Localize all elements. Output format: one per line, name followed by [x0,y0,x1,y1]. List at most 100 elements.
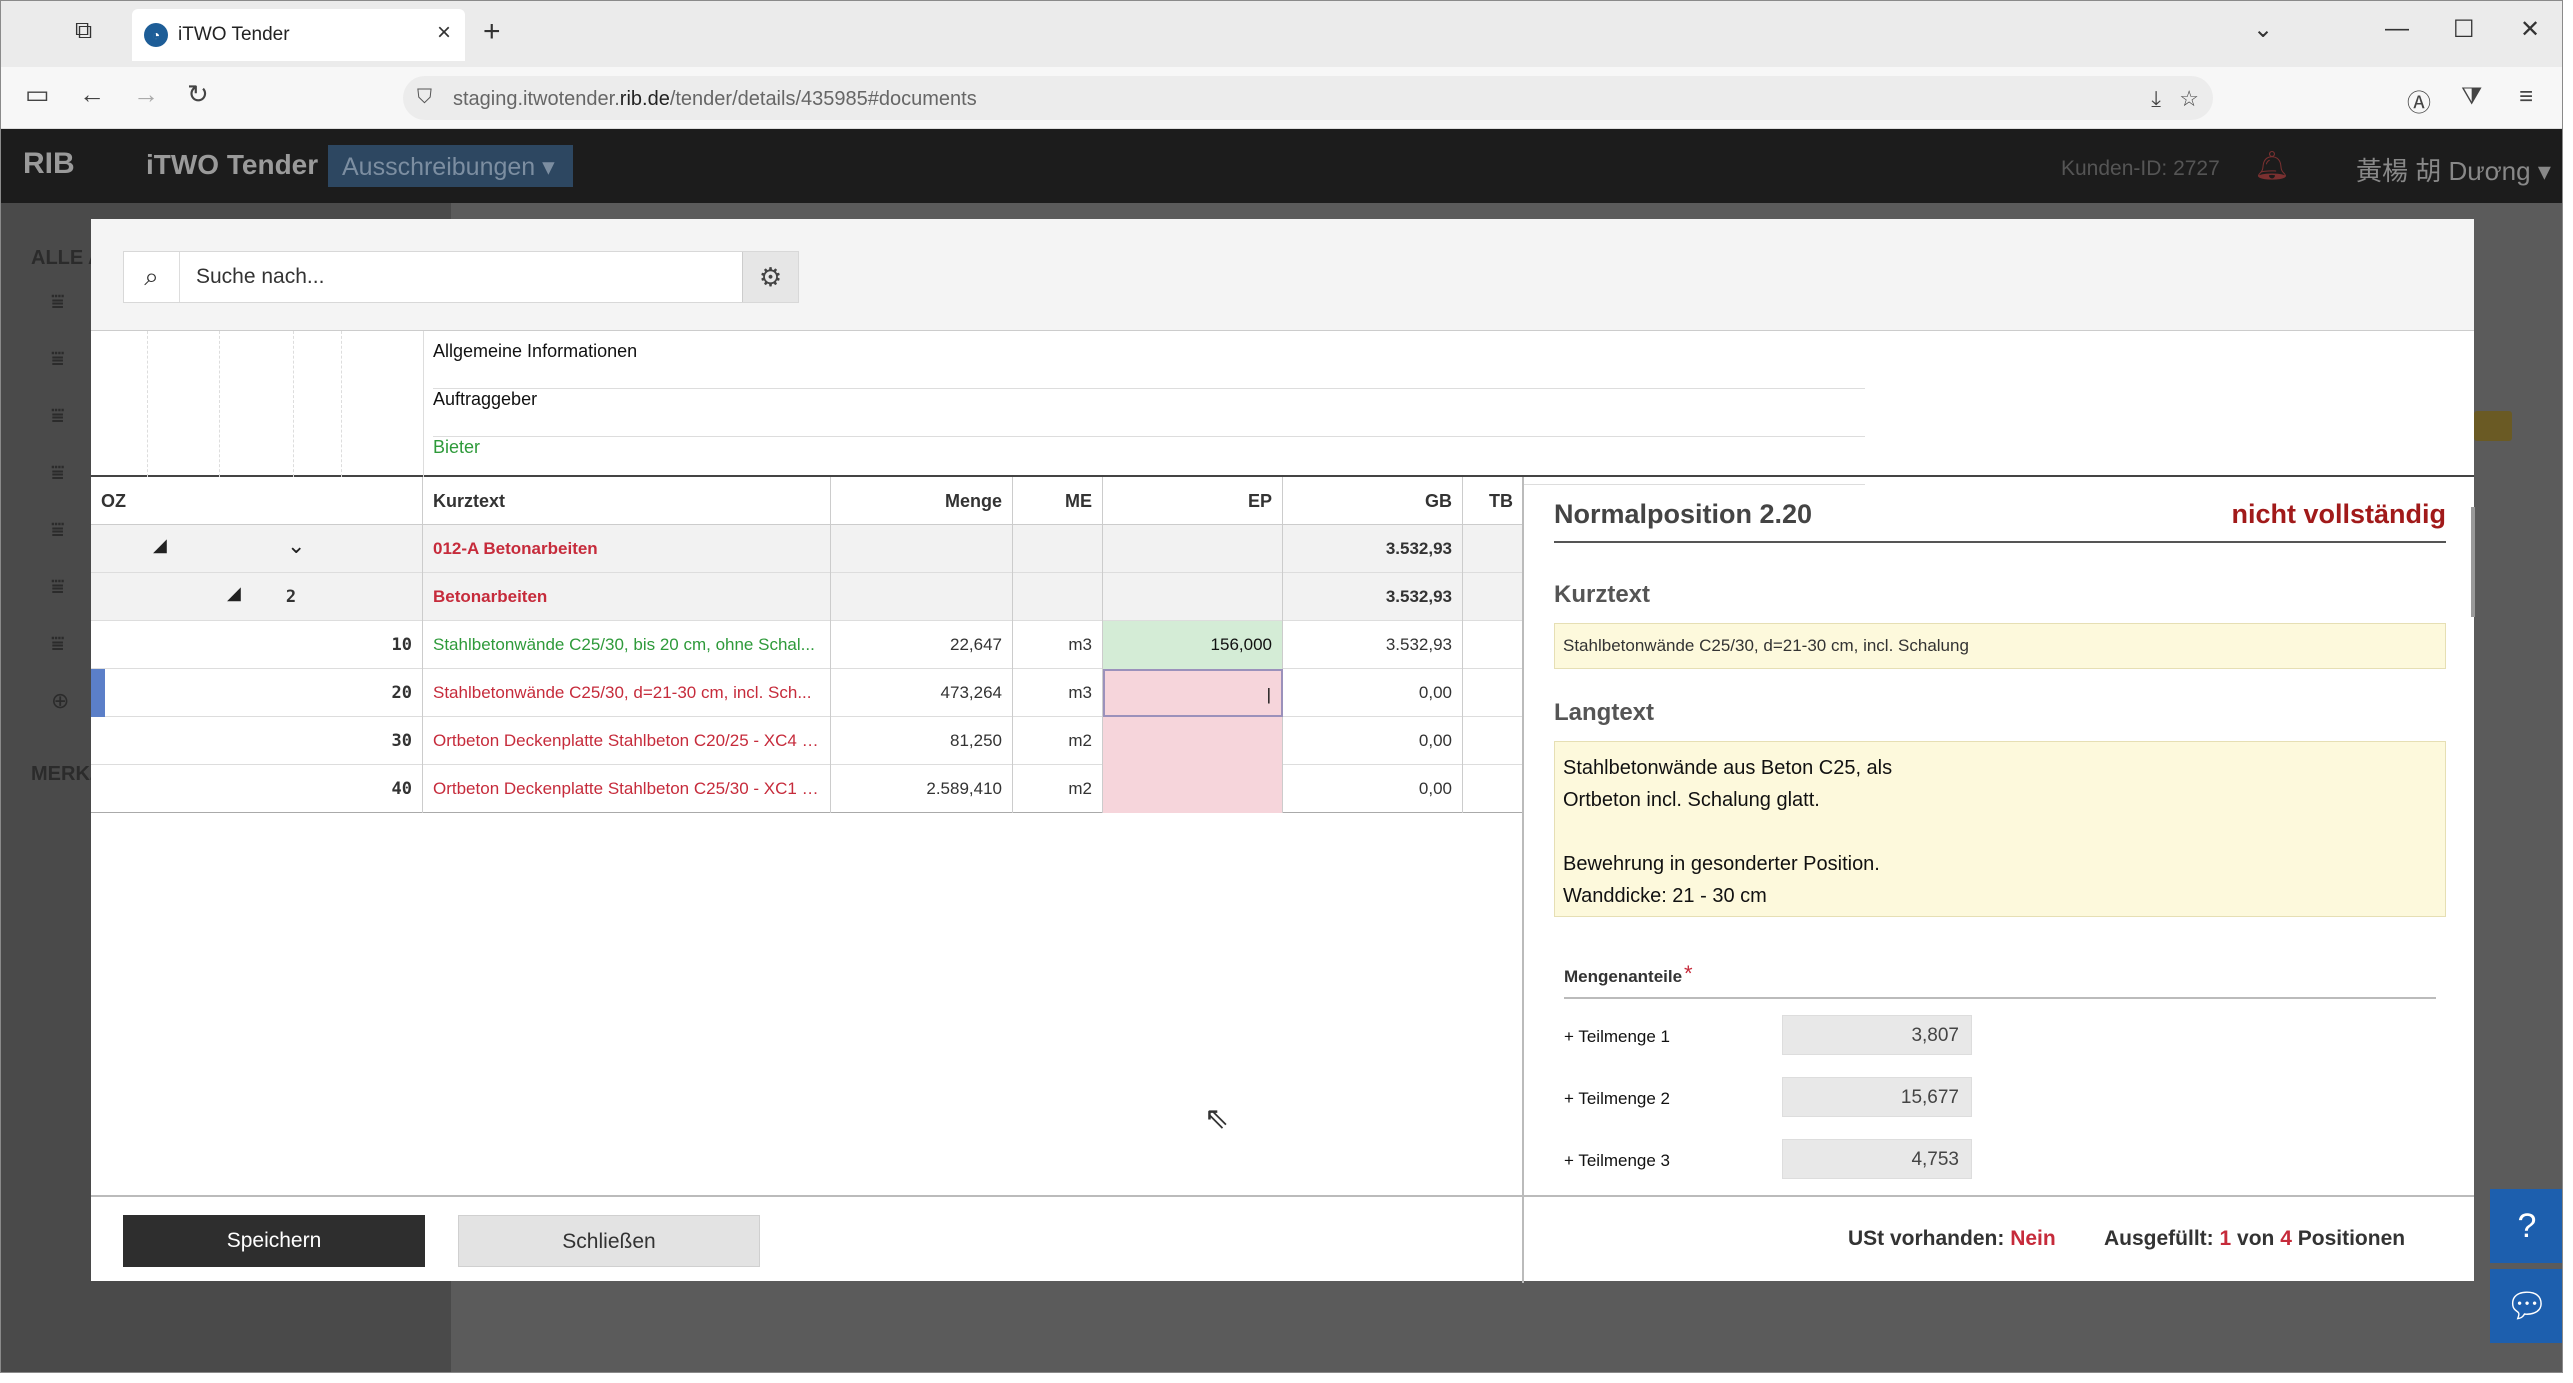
ep-input[interactable] [1103,717,1283,765]
table-row[interactable]: 10 Stahlbetonwände C25/30, bis 20 cm, oh… [91,621,1523,669]
col-kurztext[interactable]: Kurztext [423,477,831,525]
extensions-icon[interactable]: ⧩ [2461,83,2482,111]
profile-icon[interactable]: Ⓐ [2407,83,2431,118]
cell-kurztext: 012-A Betonarbeiten [423,525,831,573]
langtext-line: Stahlbetonwände aus Beton C25, als [1563,757,1893,779]
help-icon[interactable]: ? [2490,1189,2562,1263]
col-oz[interactable]: OZ [91,477,423,525]
kunden-id: Kunden-ID: 2727 [2061,157,2220,180]
browser-window: ⧉ ◔ iTWO Tender × + ⌄ — ☐ ✕ ▭ ← → ↻ ⛉ st… [0,0,2563,1373]
tab-overview-icon[interactable]: ⧉ [75,17,92,45]
detail-scrollbar[interactable] [2471,507,2475,617]
close-tab-icon[interactable]: × [437,19,451,47]
app-header: RIB iTWO Tender Ausschreibungen ▾ Kunden… [1,129,2562,203]
cell-menge: 473,264 [831,669,1013,717]
langtext-label: Langtext [1554,699,1655,726]
teilmenge-value[interactable]: 3,807 [1782,1015,1972,1055]
url-field[interactable]: ⛉ staging.itwotender.rib.de/tender/detai… [403,76,2213,120]
status-badge: nicht vollständig [2231,499,2446,529]
download-page-icon[interactable]: ⤓ [2151,86,2161,112]
minimize-icon[interactable]: — [2385,15,2409,43]
langtext-field[interactable]: Stahlbetonwände aus Beton C25, als Ortbe… [1554,741,2446,917]
forward-icon[interactable]: → [133,79,159,110]
teilmenge-value[interactable]: 4,753 [1782,1139,1972,1179]
table-header: OZ Kurztext Menge ME EP GB TB [91,477,1523,525]
background-badge [2474,411,2512,441]
cell-oz: 40 [91,765,423,813]
info-section: Allgemeine Informationen Auftraggeber Bi… [91,331,2474,485]
teilmenge-label[interactable]: + Teilmenge 2 [1564,1089,1670,1109]
cell-me [1013,573,1103,621]
cell-oz: 2 [285,587,297,607]
cell-oz: 20 [91,669,423,717]
info-auftraggeber[interactable]: Auftraggeber [433,389,1865,437]
col-ep[interactable]: EP [1103,477,1283,525]
user-menu[interactable]: 黃楊 胡 Dương ▾ [2356,151,2551,188]
ep-input-active[interactable]: | [1103,669,1283,717]
cell-menge: 81,250 [831,717,1013,765]
new-tab-icon[interactable]: + [483,15,501,49]
langtext-line: Bewehrung in gesonderter Position. [1563,853,1880,875]
cell-gb: 3.532,93 [1283,621,1463,669]
required-marker: * [1684,961,1693,986]
info-allgemeine[interactable]: Allgemeine Informationen [433,341,1865,389]
col-me[interactable]: ME [1013,477,1103,525]
langtext-line: Ortbeton incl. Schalung glatt. [1563,789,1820,811]
sidebar-toggle-icon[interactable]: ▭ [25,79,50,110]
cell-menge: 2.589,410 [831,765,1013,813]
cell-me: m2 [1013,765,1103,813]
close-window-icon[interactable]: ✕ [2520,15,2540,44]
ep-input[interactable]: 156,000 [1103,621,1283,669]
cell-gb: 0,00 [1283,717,1463,765]
filled-status: Ausgefüllt: 1 von 4 Positionen [2104,1227,2406,1250]
table-row[interactable]: ◢ ⌄ 012-A Betonarbeiten 3.532,93 [91,525,1523,573]
gear-icon[interactable]: ⚙ [742,252,798,302]
cell-oz [91,525,423,573]
browser-tab[interactable]: ◔ iTWO Tender × [132,9,465,61]
reload-icon[interactable]: ↻ [187,79,209,110]
teilmenge-value[interactable]: 15,677 [1782,1077,1972,1117]
collapse-triangle-icon[interactable]: ◢ [227,583,241,604]
cell-menge [831,573,1013,621]
search-icon: ⌕ [124,252,180,302]
ep-input[interactable] [1103,765,1283,813]
back-icon[interactable]: ← [79,79,105,110]
cell-kurztext: Stahlbetonwände C25/30, bis 20 cm, ohne … [423,621,831,669]
bell-icon[interactable]: 🔔︎ [2254,149,2290,182]
tab-title: iTWO Tender [178,24,290,45]
table-row[interactable]: 40 Ortbeton Deckenplatte Stahlbeton C25/… [91,765,1523,813]
cell-kurztext: Ortbeton Deckenplatte Stahlbeton C20/25 … [423,717,831,765]
col-gb[interactable]: GB [1283,477,1463,525]
chat-icon[interactable]: 💬︎ [2490,1269,2562,1343]
position-editor-modal: ⌕ ⚙ Allgemeine Informationen Auftraggebe… [91,219,2475,1283]
browser-tab-bar: ⧉ ◔ iTWO Tender × + ⌄ — ☐ ✕ [1,1,2562,67]
cell-kurztext: Betonarbeiten [423,573,831,621]
filter-icon: ⩸ [51,631,65,656]
ausschreibungen-menu[interactable]: Ausschreibungen ▾ [328,145,573,187]
menu-icon[interactable]: ≡ [2519,83,2533,111]
table-row[interactable]: ◢ 2 Betonarbeiten 3.532,93 [91,573,1523,621]
search-input[interactable] [182,252,742,302]
col-menge[interactable]: Menge [831,477,1013,525]
filter-icon: ⩸ [51,517,65,542]
cell-gb: 0,00 [1283,669,1463,717]
ust-status: USt vorhanden: Nein [1848,1227,2056,1250]
mengenanteile-label: Mengenanteile [1564,967,1683,986]
kurztext-field[interactable]: Stahlbetonwände C25/30, d=21-30 cm, incl… [1554,623,2446,669]
bookmark-star-icon[interactable]: ☆ [2179,86,2199,112]
filter-icon: ⩸ [51,574,65,599]
cell-menge [831,525,1013,573]
langtext-line: Wanddicke: 21 - 30 cm [1563,885,1767,907]
table-row-selected[interactable]: 20 Stahlbetonwände C25/30, d=21-30 cm, i… [91,669,1523,717]
cell-me [1013,525,1103,573]
teilmenge-label[interactable]: + Teilmenge 3 [1564,1151,1670,1171]
teilmenge-label[interactable]: + Teilmenge 1 [1564,1027,1670,1047]
save-button[interactable]: Speichern [123,1215,425,1267]
close-button[interactable]: Schließen [458,1215,760,1267]
col-tb[interactable]: TB [1463,477,1523,525]
cell-ep [1103,525,1283,573]
maximize-icon[interactable]: ☐ [2453,15,2475,44]
cell-kurztext: Ortbeton Deckenplatte Stahlbeton C25/30 … [423,765,831,813]
chevron-down-icon[interactable]: ⌄ [2253,15,2273,44]
table-row[interactable]: 30 Ortbeton Deckenplatte Stahlbeton C20/… [91,717,1523,765]
